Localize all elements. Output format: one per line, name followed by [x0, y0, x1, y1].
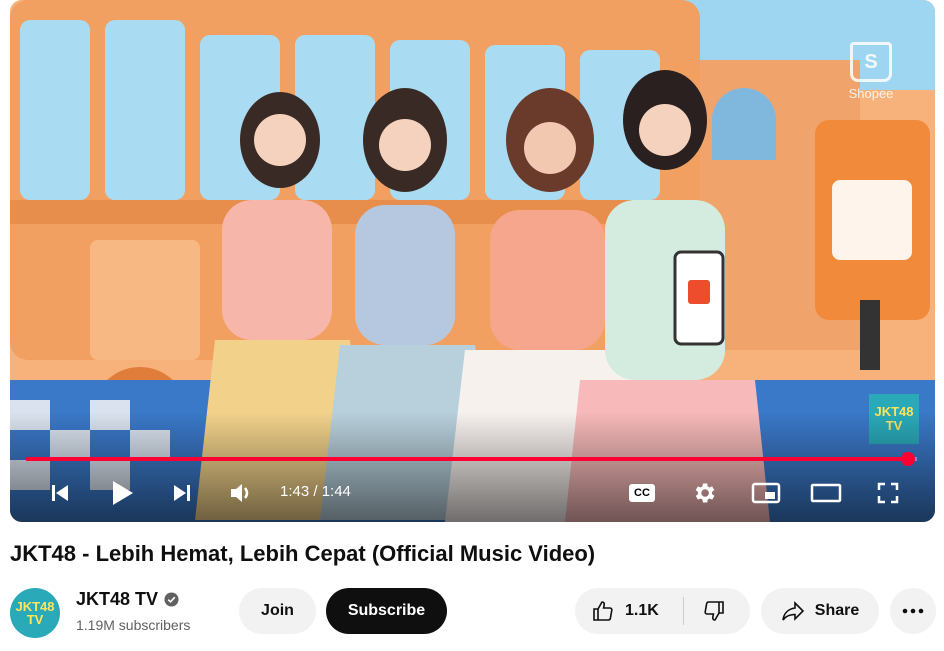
- miniplayer-icon: [751, 482, 781, 504]
- fullscreen-button[interactable]: [870, 477, 906, 509]
- like-button[interactable]: 1.1K: [575, 588, 683, 634]
- shopee-watermark: S Shopee: [841, 42, 901, 101]
- skip-previous-icon: [52, 485, 68, 501]
- join-button[interactable]: Join: [239, 588, 316, 634]
- subscribe-button[interactable]: Subscribe: [326, 588, 447, 634]
- shopee-watermark-label: Shopee: [848, 86, 894, 101]
- thumbs-down-icon: [704, 601, 724, 621]
- video-title: JKT48 - Lebih Hemat, Lebih Cepat (Offici…: [10, 541, 596, 566]
- theater-icon: [810, 483, 842, 503]
- skip-next-button[interactable]: [166, 477, 198, 509]
- like-dislike-group: 1.1K: [575, 588, 750, 634]
- controls-gradient: [10, 412, 935, 522]
- cc-icon: CC: [629, 484, 655, 502]
- dislike-button[interactable]: [684, 588, 744, 634]
- thumbs-up-icon: [593, 601, 613, 621]
- captions-button[interactable]: CC: [624, 477, 660, 509]
- channel-name-row[interactable]: JKT48 TV: [76, 589, 179, 610]
- channel-avatar[interactable]: JKT48 TV: [10, 588, 60, 638]
- skip-next-icon: [174, 485, 190, 501]
- play-button[interactable]: [104, 477, 140, 509]
- avatar-line2: TV: [26, 612, 44, 627]
- gear-icon: [695, 483, 715, 503]
- progress-fill: [26, 457, 909, 461]
- progress-bar[interactable]: [26, 452, 917, 466]
- theater-mode-button[interactable]: [808, 477, 844, 509]
- fullscreen-icon: [877, 482, 899, 504]
- channel-name[interactable]: JKT48 TV: [76, 589, 158, 610]
- progress-scrubber[interactable]: [901, 452, 916, 466]
- verified-check-icon: [164, 592, 179, 607]
- share-label: Share: [814, 602, 860, 619]
- more-horizontal-icon: [902, 608, 924, 614]
- skip-previous-button[interactable]: [44, 477, 76, 509]
- volume-icon: [231, 484, 249, 502]
- video-player[interactable]: S Shopee JKT48 TV 1:43 / 1:44 CC: [10, 0, 935, 522]
- time-display: 1:43 / 1:44: [280, 483, 351, 500]
- volume-button[interactable]: [224, 477, 258, 509]
- share-button[interactable]: Share: [761, 588, 879, 634]
- miniplayer-button[interactable]: [748, 477, 784, 509]
- play-icon: [113, 481, 133, 505]
- share-icon: [781, 601, 804, 621]
- subscriber-count: 1.19M subscribers: [76, 617, 191, 633]
- like-count: 1.1K: [625, 602, 659, 619]
- more-actions-button[interactable]: [890, 588, 936, 634]
- shopee-bag-icon: S: [850, 42, 892, 82]
- settings-button[interactable]: [686, 477, 722, 509]
